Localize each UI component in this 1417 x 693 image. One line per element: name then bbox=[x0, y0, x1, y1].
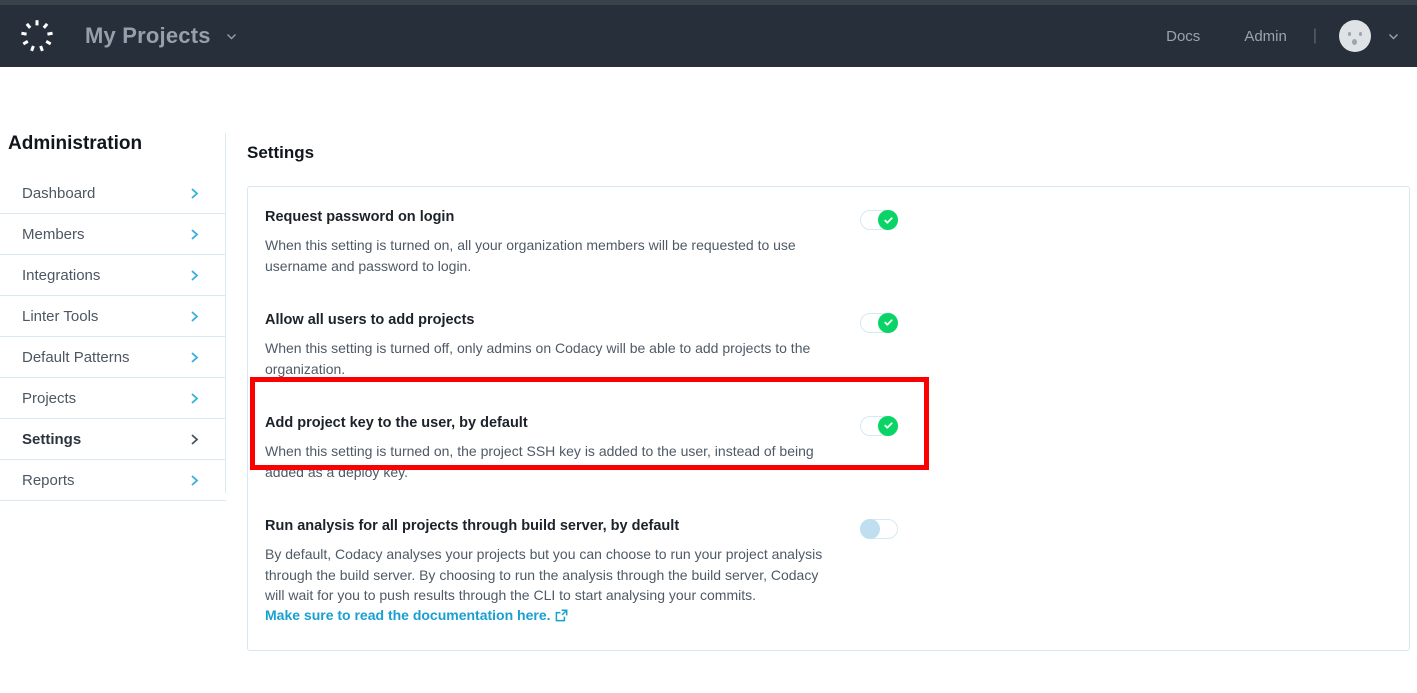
main-content: Settings Request password on login When … bbox=[247, 143, 1410, 651]
chevron-right-icon bbox=[190, 187, 199, 200]
toggle-wrapper bbox=[860, 415, 898, 436]
toggle-run-analysis-build-server[interactable] bbox=[860, 519, 898, 539]
external-link-icon[interactable] bbox=[555, 607, 568, 627]
toggle-wrapper bbox=[860, 209, 898, 230]
sidebar-list: Dashboard Members Integrations Linter To… bbox=[0, 173, 226, 501]
avatar-eye-left bbox=[1348, 32, 1351, 36]
sidebar-title: Administration bbox=[0, 133, 226, 155]
setting-text-block: Add project key to the user, by default … bbox=[265, 415, 837, 482]
toggle-wrapper bbox=[860, 312, 898, 333]
sidebar-item-label: Linter Tools bbox=[22, 308, 190, 325]
sidebar-item-projects[interactable]: Projects bbox=[0, 378, 226, 419]
setting-description: When this setting is turned on, the proj… bbox=[265, 441, 837, 482]
avatar[interactable] bbox=[1339, 20, 1371, 52]
sidebar-item-integrations[interactable]: Integrations bbox=[0, 255, 226, 296]
documentation-link[interactable]: Make sure to read the documentation here… bbox=[265, 607, 551, 623]
sidebar-item-reports[interactable]: Reports bbox=[0, 460, 226, 501]
sidebar-item-label: Default Patterns bbox=[22, 349, 190, 366]
sidebar-item-members[interactable]: Members bbox=[0, 214, 226, 255]
chevron-right-icon bbox=[190, 310, 199, 323]
toggle-knob-check-icon bbox=[878, 313, 898, 333]
setting-text-block: Request password on login When this sett… bbox=[265, 209, 837, 276]
chevron-right-icon bbox=[190, 269, 199, 282]
toggle-add-project-key[interactable] bbox=[860, 416, 898, 436]
sidebar-item-settings[interactable]: Settings bbox=[0, 419, 226, 460]
toggle-allow-all-users[interactable] bbox=[860, 313, 898, 333]
app-header: My Projects Docs Admin | bbox=[0, 5, 1417, 67]
chevron-right-icon bbox=[190, 351, 199, 364]
page-title: Settings bbox=[247, 143, 1410, 163]
settings-card: Request password on login When this sett… bbox=[247, 186, 1410, 651]
chevron-right-icon bbox=[190, 392, 199, 405]
setting-row-run-analysis-build-server: Run analysis for all projects through bu… bbox=[248, 496, 1409, 650]
setting-description: When this setting is turned on, all your… bbox=[265, 235, 837, 276]
header-right-area: Docs Admin | bbox=[1144, 20, 1417, 52]
setting-title: Allow all users to add projects bbox=[265, 312, 837, 329]
sidebar: Administration Dashboard Members Integra… bbox=[0, 133, 226, 501]
user-menu-chevron-down-icon[interactable] bbox=[1387, 30, 1400, 43]
chevron-down-icon[interactable] bbox=[225, 30, 238, 43]
setting-title: Run analysis for all projects through bu… bbox=[265, 518, 837, 535]
setting-row-request-password: Request password on login When this sett… bbox=[248, 187, 1409, 290]
setting-title: Add project key to the user, by default bbox=[265, 415, 837, 432]
sidebar-item-label: Settings bbox=[22, 431, 190, 448]
sidebar-item-label: Projects bbox=[22, 390, 190, 407]
toggle-request-password[interactable] bbox=[860, 210, 898, 230]
avatar-eye-right bbox=[1359, 32, 1362, 36]
toggle-knob-check-icon bbox=[878, 210, 898, 230]
sidebar-item-linter-tools[interactable]: Linter Tools bbox=[0, 296, 226, 337]
setting-text-block: Run analysis for all projects through bu… bbox=[265, 518, 837, 628]
sidebar-item-dashboard[interactable]: Dashboard bbox=[0, 173, 226, 214]
nav-link-admin[interactable]: Admin bbox=[1222, 28, 1309, 45]
setting-text-block: Allow all users to add projects When thi… bbox=[265, 312, 837, 379]
chevron-right-icon bbox=[190, 433, 199, 446]
setting-description: When this setting is turned off, only ad… bbox=[265, 338, 837, 379]
setting-description-wrapper: By default, Codacy analyses your project… bbox=[265, 544, 837, 627]
sidebar-item-label: Dashboard bbox=[22, 185, 190, 202]
codacy-logo-icon[interactable] bbox=[17, 16, 57, 56]
brand-area[interactable]: My Projects bbox=[0, 16, 238, 56]
sidebar-item-label: Reports bbox=[22, 472, 190, 489]
sidebar-item-label: Integrations bbox=[22, 267, 190, 284]
nav-separator: | bbox=[1309, 27, 1321, 45]
setting-row-add-project-key: Add project key to the user, by default … bbox=[248, 393, 1409, 496]
setting-title: Request password on login bbox=[265, 209, 837, 226]
chevron-right-icon bbox=[190, 474, 199, 487]
sidebar-item-default-patterns[interactable]: Default Patterns bbox=[0, 337, 226, 378]
brand-title: My Projects bbox=[85, 23, 211, 49]
toggle-wrapper bbox=[860, 518, 898, 539]
setting-description: By default, Codacy analyses your project… bbox=[265, 546, 822, 603]
chevron-right-icon bbox=[190, 228, 199, 241]
toggle-knob bbox=[860, 519, 880, 539]
sidebar-item-label: Members bbox=[22, 226, 190, 243]
toggle-knob-check-icon bbox=[878, 416, 898, 436]
avatar-mouth bbox=[1352, 39, 1357, 45]
setting-row-allow-all-users: Allow all users to add projects When thi… bbox=[248, 290, 1409, 393]
nav-link-docs[interactable]: Docs bbox=[1144, 28, 1222, 45]
